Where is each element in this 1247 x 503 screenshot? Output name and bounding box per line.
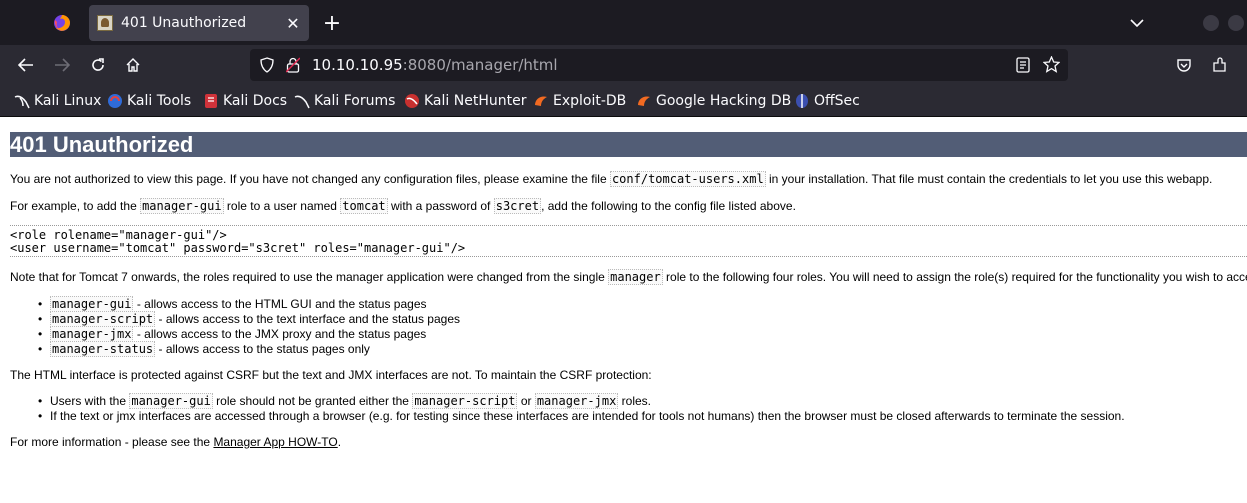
manager-howto-link[interactable]: Manager App HOW-TO	[213, 435, 337, 449]
bookmarks-toolbar: Kali Linux Kali Tools Kali Docs Kali For…	[0, 85, 1247, 117]
tab-strip: 401 Unauthorized ✕ +	[0, 0, 1247, 45]
close-tab-icon[interactable]: ✕	[281, 11, 305, 35]
firefox-icon	[54, 15, 70, 31]
nethunter-icon	[405, 94, 419, 108]
page-content: 401 Unauthorized You are not authorized …	[0, 117, 1247, 503]
list-item-role: manager-status - allows access to the st…	[38, 341, 370, 357]
bookmark-google-hacking-db[interactable]: Google Hacking DB	[636, 92, 791, 110]
list-item-role: manager-jmx - allows access to the JMX p…	[38, 326, 426, 342]
bookmark-kali-forums[interactable]: Kali Forums	[294, 92, 395, 110]
kali-docs-icon	[205, 94, 217, 108]
bookmark-exploit-db[interactable]: Exploit-DB	[533, 92, 626, 110]
shield-icon[interactable]	[259, 57, 275, 73]
forward-icon[interactable]	[48, 51, 76, 79]
list-item-csrf: Users with the manager-gui role should n…	[38, 393, 651, 409]
ghdb-icon	[638, 96, 650, 106]
bookmark-kali-tools[interactable]: Kali Tools	[107, 92, 191, 110]
kali-tools-icon	[108, 94, 122, 108]
page-title: 401 Unauthorized	[10, 132, 1247, 157]
offsec-icon	[796, 94, 808, 108]
exploit-db-icon	[535, 96, 547, 106]
minimize-button[interactable]	[1203, 15, 1219, 31]
url-bar[interactable]: 10.10.10.95:8080/manager/html	[250, 49, 1068, 81]
bookmark-kali-linux[interactable]: Kali Linux	[14, 92, 101, 110]
paragraph-example: For example, to add the manager-gui role…	[10, 198, 796, 214]
list-item-csrf: If the text or jmx interfaces are access…	[38, 409, 1125, 423]
active-tab[interactable]: 401 Unauthorized ✕	[89, 5, 309, 41]
paragraph-tomcat7-roles: Note that for Tomcat 7 onwards, the role…	[10, 269, 1247, 285]
kali-dragon-icon	[14, 95, 30, 109]
bookmark-kali-nethunter[interactable]: Kali NetHunter	[404, 92, 526, 110]
url-text[interactable]: 10.10.10.95:8080/manager/html	[312, 56, 558, 74]
home-icon[interactable]	[119, 51, 147, 79]
kali-forums-icon	[294, 95, 310, 109]
tab-list-chevron-icon[interactable]	[1124, 10, 1150, 36]
list-item-role: manager-script - allows access to the te…	[38, 311, 460, 327]
list-item-role: manager-gui - allows access to the HTML …	[38, 296, 427, 312]
paragraph-not-authorized: You are not authorized to view this page…	[10, 171, 1213, 187]
new-tab-icon[interactable]: +	[318, 9, 346, 37]
extensions-icon[interactable]	[1206, 51, 1234, 79]
bookmark-star-icon[interactable]	[1043, 56, 1060, 73]
paragraph-csrf: The HTML interface is protected against …	[10, 368, 652, 382]
bookmark-kali-docs[interactable]: Kali Docs	[203, 92, 287, 110]
tomcat-favicon-icon	[97, 15, 113, 31]
maximize-button[interactable]	[1228, 15, 1244, 31]
config-example-code: <role rolename="manager-gui"/> <user use…	[10, 225, 1247, 257]
reload-icon[interactable]	[84, 51, 112, 79]
back-icon[interactable]	[12, 51, 40, 79]
paragraph-more-info: For more information - please see the Ma…	[10, 435, 342, 449]
insecure-lock-icon[interactable]	[286, 57, 300, 73]
firefox-view-button[interactable]	[46, 7, 78, 39]
navigation-toolbar: 10.10.10.95:8080/manager/html	[0, 45, 1247, 85]
reader-view-icon[interactable]	[1016, 57, 1030, 73]
bookmark-offsec[interactable]: OffSec	[794, 92, 860, 110]
config-file-path: conf/tomcat-users.xml	[609, 171, 766, 187]
tab-title: 401 Unauthorized	[121, 15, 247, 31]
pocket-icon[interactable]	[1170, 51, 1198, 79]
